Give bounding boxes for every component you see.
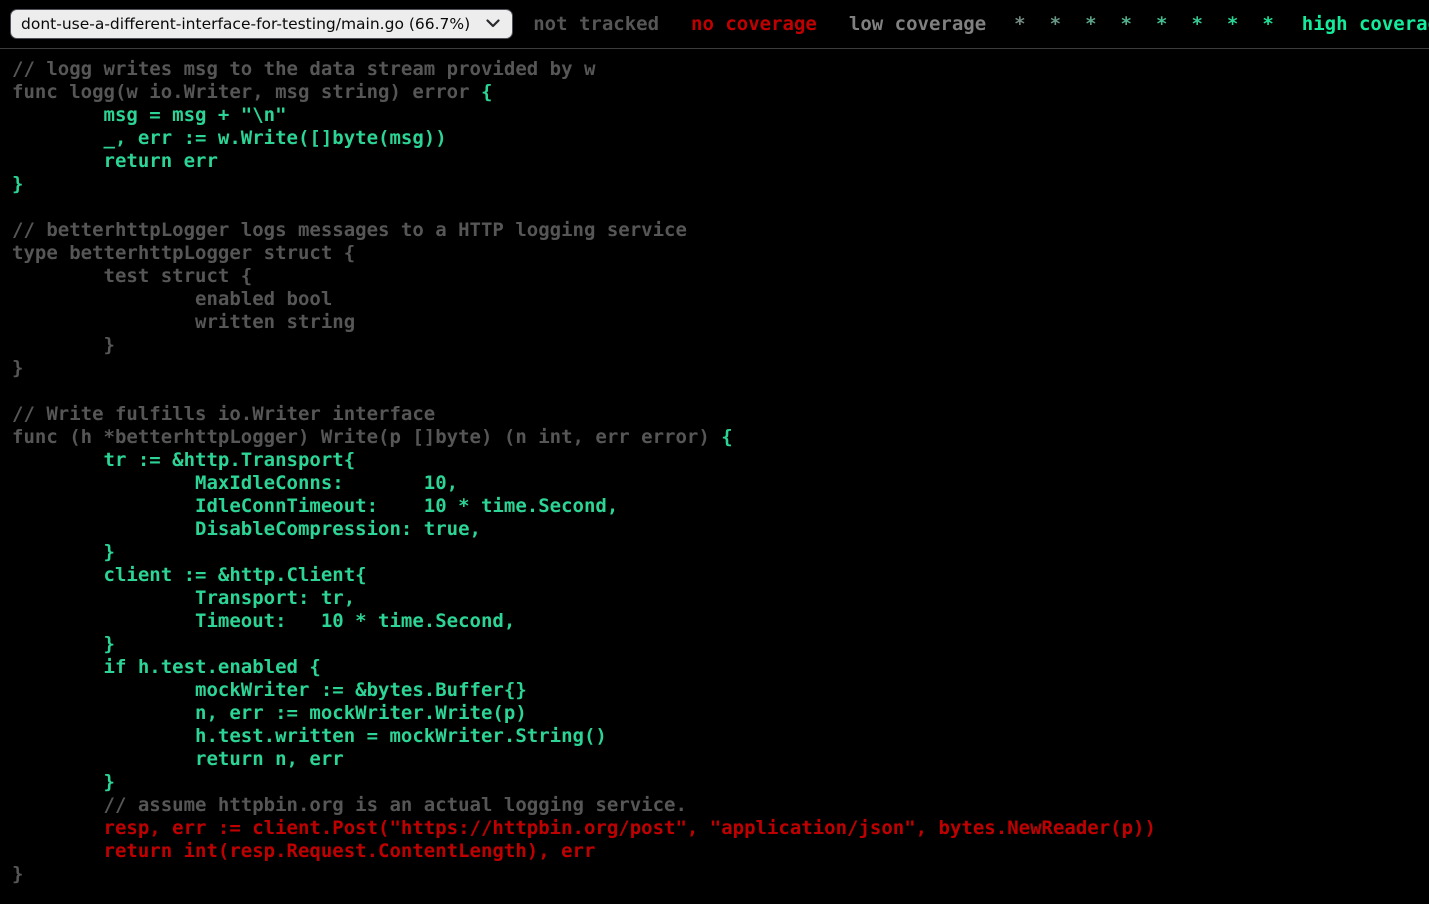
code-segment: func logg(w io.Writer, msg string) error	[12, 81, 481, 103]
code-segment: IdleConnTimeout: 10 * time.Second,	[12, 495, 618, 517]
code-segment: // assume httpbin.org is an actual loggi…	[12, 794, 687, 816]
legend-high-coverage: high coverage	[1302, 13, 1429, 35]
code-segment: client := &http.Client{	[12, 564, 367, 586]
legend-star-cov9: *	[1262, 13, 1273, 35]
code-segment: DisableCompression: true,	[12, 518, 481, 540]
code-segment: // logg writes msg to the data stream pr…	[12, 58, 595, 80]
legend-star-cov6: *	[1156, 13, 1167, 35]
content: // logg writes msg to the data stream pr…	[0, 49, 1429, 886]
code-segment: return int(resp.Request.ContentLength), …	[12, 840, 595, 862]
legend-star-cov4: *	[1085, 13, 1096, 35]
code-segment: }	[12, 541, 115, 563]
legend-star-cov5: *	[1121, 13, 1132, 35]
code-segment: Transport: tr,	[12, 587, 355, 609]
code-segment: func (h *betterhttpLogger) Write(p []byt…	[12, 426, 721, 448]
code-segment: {	[481, 81, 492, 103]
code-segment: test struct {	[12, 265, 252, 287]
code-segment: written string	[12, 311, 355, 333]
legend-star-cov2: *	[1014, 13, 1025, 35]
legend-no-coverage: no coverage	[691, 13, 817, 35]
code-segment: enabled bool	[12, 288, 332, 310]
code-segment: _, err := w.Write([]byte(msg))	[12, 127, 447, 149]
code-segment: }	[12, 863, 23, 885]
code-segment: if h.test.enabled {	[12, 656, 321, 678]
code-block: // logg writes msg to the data stream pr…	[0, 49, 1429, 886]
code-segment: tr := &http.Transport{	[12, 449, 355, 471]
code-segment: h.test.written = mockWriter.String()	[12, 725, 607, 747]
legend-star-cov3: *	[1050, 13, 1061, 35]
code-segment: type betterhttpLogger struct {	[12, 242, 355, 264]
topbar: dont-use-a-different-interface-for-testi…	[0, 0, 1429, 49]
legend-star-cov8: *	[1227, 13, 1238, 35]
code-segment: // betterhttpLogger logs messages to a H…	[12, 219, 687, 241]
code-segment: }	[12, 771, 115, 793]
legend-star-cov7: *	[1191, 13, 1202, 35]
code-segment: // Write fulfills io.Writer interface	[12, 403, 435, 425]
code-segment: }	[12, 334, 115, 356]
code-segment: resp, err := client.Post("https://httpbi…	[12, 817, 1156, 839]
code-segment: return n, err	[12, 748, 344, 770]
code-segment: }	[12, 173, 23, 195]
code-segment: Timeout: 10 * time.Second,	[12, 610, 515, 632]
legend-not-tracked: not tracked	[533, 13, 659, 35]
legend-low-coverage: low coverage	[849, 13, 986, 35]
code-segment: MaxIdleConns: 10,	[12, 472, 458, 494]
file-select[interactable]: dont-use-a-different-interface-for-testi…	[10, 9, 513, 39]
code-segment: }	[12, 357, 23, 379]
code-segment: {	[721, 426, 732, 448]
code-segment: n, err := mockWriter.Write(p)	[12, 702, 527, 724]
code-segment: return err	[12, 150, 218, 172]
code-segment: msg = msg + "\n"	[12, 104, 287, 126]
file-select-label: dont-use-a-different-interface-for-testi…	[21, 15, 470, 33]
code-segment: mockWriter := &bytes.Buffer{}	[12, 679, 527, 701]
chevron-down-icon	[486, 19, 500, 28]
coverage-legend: not tracked no coverage low coverage * * * * * *…	[517, 13, 1429, 35]
code-segment: }	[12, 633, 115, 655]
